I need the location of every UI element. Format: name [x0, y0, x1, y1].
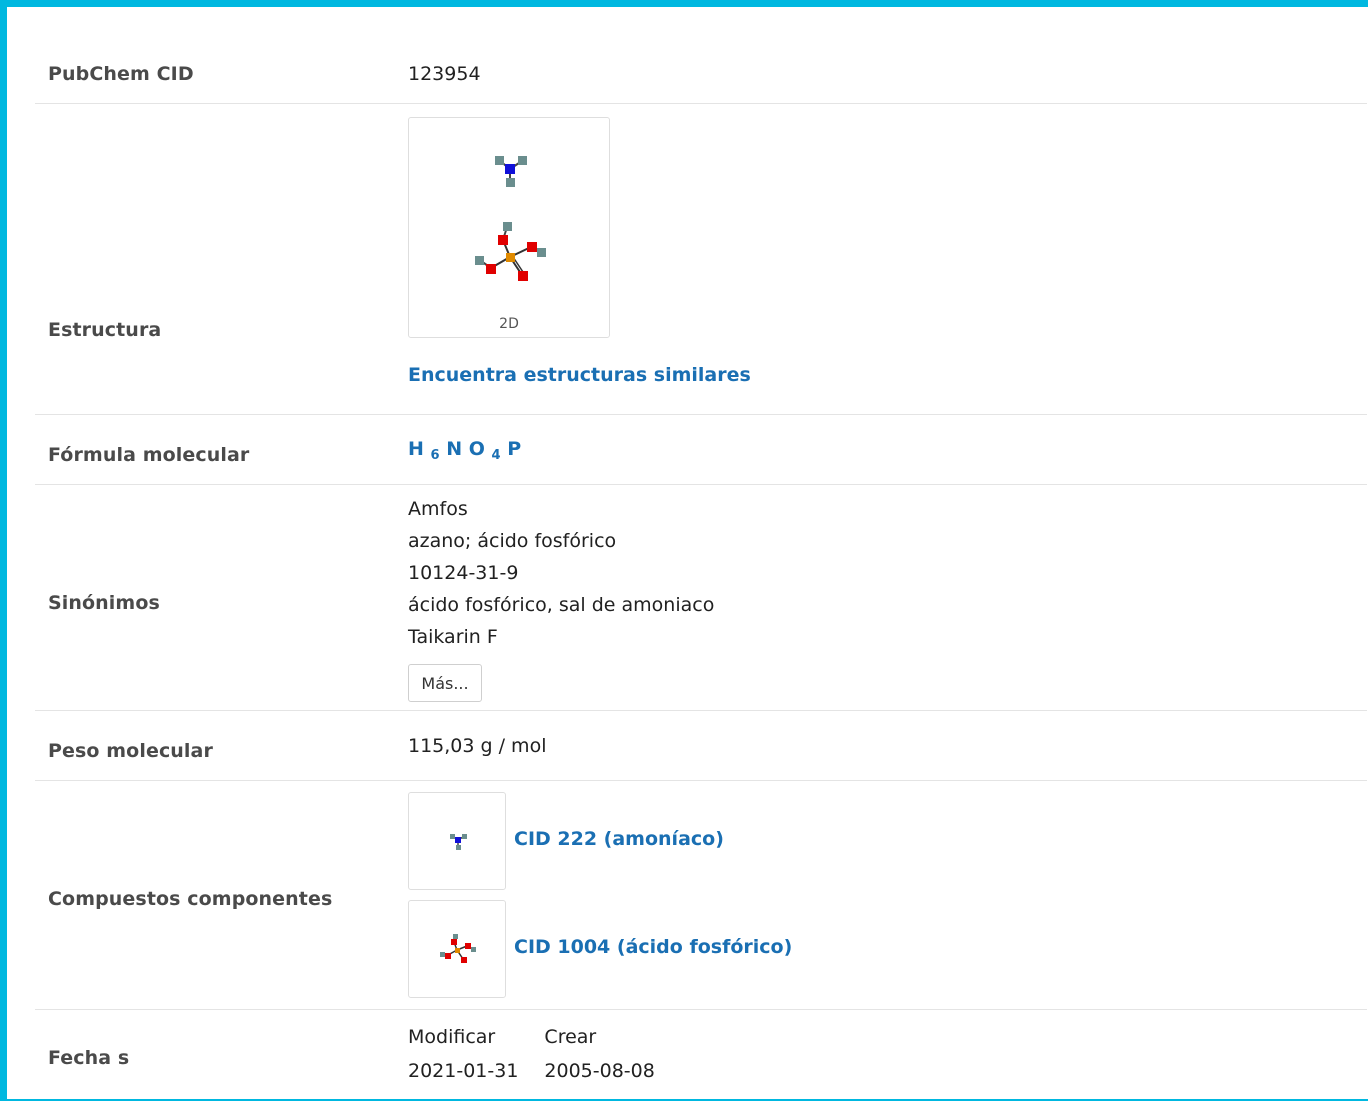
structure-caption: 2D [499, 316, 519, 332]
row-structure: Estructura 2D Encuentra estructuras simi… [35, 104, 1367, 415]
formula-o-count: 4 [491, 448, 501, 463]
structure-label: Estructura [48, 319, 162, 341]
phosphoric-acid-thumbnail[interactable] [408, 900, 506, 998]
synonym-item: azano; ácido fosfórico [408, 530, 617, 552]
synonym-item: Amfos [408, 498, 468, 520]
component-link-phosphoric-acid[interactable]: CID 1004 (ácido fosfórico) [514, 936, 792, 958]
ammonia-structure-icon [450, 834, 467, 850]
formula-label: Fórmula molecular [48, 444, 250, 466]
synonyms-label: Sinónimos [48, 592, 160, 614]
cid-label: PubChem CID [48, 63, 194, 85]
weight-value: 115,03 g / mol [408, 735, 547, 757]
synonym-item: 10124-31-9 [408, 562, 519, 584]
formula-o: O [468, 438, 485, 460]
components-label: Compuestos componentes [48, 888, 333, 910]
cid-value: 123954 [408, 63, 481, 85]
weight-label: Peso molecular [48, 740, 213, 762]
row-synonyms: Sinónimos Amfos azano; ácido fosfórico 1… [35, 485, 1367, 711]
page-frame: PubChem CID 123954 Estructura 2D Encuent… [0, 0, 1368, 1101]
row-pubchem-cid: PubChem CID 123954 [35, 37, 1367, 104]
formula-n: N [446, 438, 463, 460]
synonym-item: ácido fosfórico, sal de amoniaco [408, 594, 715, 616]
formula-h: H [408, 438, 424, 460]
structure-image[interactable]: 2D [408, 117, 610, 338]
row-dates: Fecha s Modificar Crear 2021-01-31 2005-… [35, 1010, 1367, 1110]
synonyms-list: Amfos azano; ácido fosfórico 10124-31-9 … [408, 493, 714, 653]
row-component-compounds: Compuestos componentes CID 222 (amoníaco… [35, 781, 1367, 1010]
formula-p: P [507, 438, 522, 460]
component-link-ammonia[interactable]: CID 222 (amoníaco) [514, 828, 724, 850]
compound-summary-table: PubChem CID 123954 Estructura 2D Encuent… [35, 37, 1367, 1110]
modify-header: Modificar [408, 1026, 496, 1048]
more-synonyms-button[interactable]: Más... [408, 664, 482, 702]
row-molecular-formula: Fórmula molecular H 6 N O 4 P [35, 415, 1367, 485]
ammonia-thumbnail[interactable] [408, 792, 506, 890]
phosphoric-acid-structure-icon [440, 934, 476, 963]
formula-h-count: 6 [430, 448, 440, 463]
dates-table: Modificar Crear 2021-01-31 2005-08-08 [408, 1020, 681, 1088]
create-header: Crear [544, 1026, 597, 1048]
row-molecular-weight: Peso molecular 115,03 g / mol [35, 711, 1367, 781]
create-date: 2005-08-08 [544, 1060, 655, 1082]
modify-date: 2021-01-31 [408, 1060, 519, 1082]
find-similar-structures-link[interactable]: Encuentra estructuras similares [408, 364, 751, 386]
molecular-formula-link[interactable]: H 6 N O 4 P [408, 438, 521, 463]
structure-2d-icon [475, 156, 546, 281]
dates-label: Fecha s [48, 1047, 130, 1069]
synonym-item: Taikarin F [408, 626, 498, 648]
